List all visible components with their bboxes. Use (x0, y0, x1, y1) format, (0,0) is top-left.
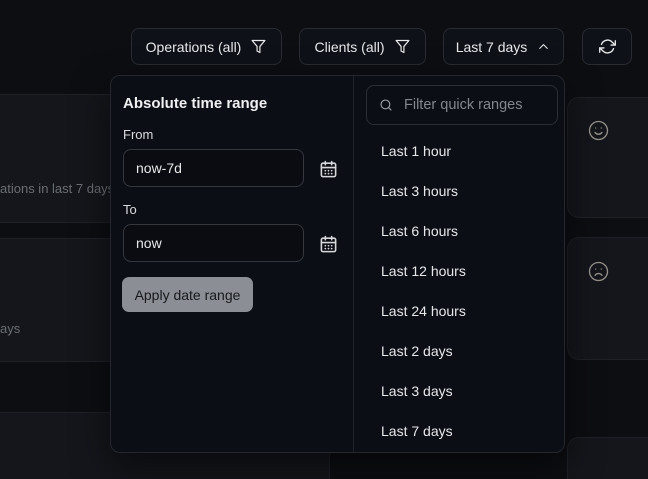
absolute-time-range-title: Absolute time range (123, 95, 267, 112)
from-input[interactable] (123, 149, 304, 187)
card-caption: ations in last 7 days (0, 181, 114, 196)
apply-date-range-button[interactable]: Apply date range (122, 277, 253, 312)
background-card-bottom-right (567, 437, 648, 479)
chevron-up-icon (536, 39, 551, 54)
clients-filter-label: Clients (all) (314, 39, 384, 55)
quick-range-option[interactable]: Last 3 days (354, 371, 558, 411)
quick-range-option[interactable]: Last 12 hours (354, 251, 558, 291)
calendar-icon-button[interactable] (317, 157, 341, 181)
to-input[interactable] (123, 224, 304, 262)
refresh-button[interactable] (582, 28, 632, 65)
calendar-icon-button[interactable] (317, 232, 341, 256)
quick-range-option[interactable]: Last 2 days (354, 331, 558, 371)
card-caption: ays (0, 321, 20, 336)
from-label: From (123, 127, 153, 142)
calendar-icon (319, 235, 338, 254)
quick-range-option[interactable]: Last 3 hours (354, 171, 558, 211)
operations-filter-label: Operations (all) (146, 39, 242, 55)
to-label: To (123, 202, 137, 217)
calendar-icon (319, 160, 338, 179)
quick-ranges-list: Last 1 hourLast 3 hoursLast 6 hoursLast … (354, 131, 558, 451)
funnel-icon (394, 38, 411, 55)
refresh-icon (599, 38, 616, 55)
frown-icon (587, 260, 610, 283)
clients-filter-button[interactable]: Clients (all) (299, 28, 426, 65)
time-range-panel: Absolute time range From To (110, 75, 565, 453)
quick-range-filter (366, 85, 558, 125)
quick-range-option[interactable]: Last 24 hours (354, 291, 558, 331)
quick-range-filter-input[interactable] (366, 85, 558, 125)
funnel-icon (250, 38, 267, 55)
quick-range-option[interactable]: Last 1 hour (354, 131, 558, 171)
quick-range-option[interactable]: Last 6 hours (354, 211, 558, 251)
operations-filter-button[interactable]: Operations (all) (131, 28, 282, 65)
time-range-button[interactable]: Last 7 days (443, 28, 564, 65)
smiley-icon (587, 119, 610, 142)
quick-range-option[interactable]: Last 7 days (354, 411, 558, 451)
background-card-top-right (567, 97, 648, 218)
app-window: ations in last 7 days ays Operations (al… (0, 0, 648, 479)
background-card-mid-right (567, 237, 648, 360)
time-range-label: Last 7 days (456, 39, 528, 55)
